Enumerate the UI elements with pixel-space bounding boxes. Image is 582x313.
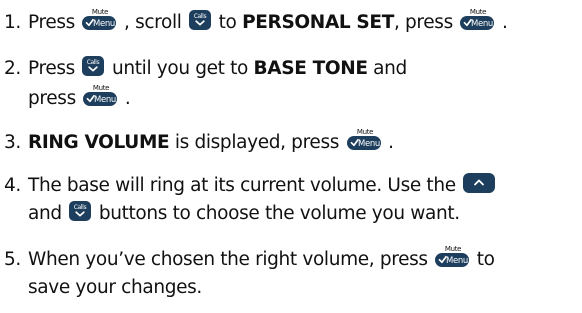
step-text: When you’ve chosen the right volume, pre… — [28, 249, 434, 270]
menu-option-ring-volume: RING VOLUME — [28, 132, 170, 153]
step-1: 1. Press Mute Menu , scroll Calls to PERS… — [4, 7, 508, 37]
step-continuation: and Calls buttons to choose the volume y… — [4, 200, 497, 228]
calls-key-icon: Calls — [68, 200, 92, 222]
step-text: Press — [28, 12, 81, 33]
step-number: 5. — [4, 249, 21, 270]
calls-label: Calls — [194, 13, 207, 20]
mute-label: Mute — [470, 8, 486, 16]
menu-key-icon: Mute Menu — [459, 7, 495, 31]
step-text: The base will ring at its current volume… — [28, 175, 462, 196]
menu-key-icon: Mute Menu — [434, 244, 470, 268]
step-number: 4. — [4, 175, 21, 196]
step-text: Press — [28, 58, 81, 79]
step-text: , scroll — [124, 12, 188, 33]
step-text: . — [501, 12, 508, 33]
step-text: save your changes. — [28, 277, 202, 298]
step-continuation: press Mute Menu . — [4, 83, 407, 113]
step-5: 5. When you’ve chosen the right volume, p… — [4, 244, 495, 302]
menu-label: Menu — [358, 139, 380, 149]
step-number: 2. — [4, 58, 21, 79]
step-number: 1. — [4, 12, 21, 33]
step-text: until you get to — [112, 58, 254, 79]
menu-option-base-tone: BASE TONE — [253, 58, 368, 79]
menu-key-icon: Mute Menu — [82, 83, 118, 107]
step-continuation: save your changes. — [4, 274, 495, 302]
step-text: to — [476, 249, 495, 270]
step-4: 4. The base will ring at its current volu… — [4, 172, 497, 228]
step-text: . — [124, 88, 131, 109]
mute-label: Mute — [92, 8, 108, 16]
mute-label: Mute — [445, 245, 461, 253]
up-key-icon — [462, 172, 496, 194]
mute-label: Mute — [356, 128, 372, 136]
calls-key-icon: Calls — [81, 55, 105, 77]
calls-label: Calls — [87, 59, 100, 66]
step-text: buttons to choose the volume you want. — [98, 203, 460, 224]
step-text: is displayed, press — [169, 132, 345, 153]
step-text: to — [218, 12, 243, 33]
calls-label: Calls — [74, 204, 87, 211]
menu-label: Menu — [94, 19, 116, 29]
mute-label: Mute — [93, 84, 109, 92]
menu-label: Menu — [446, 256, 468, 266]
menu-key-icon: Mute Menu — [81, 7, 117, 31]
step-text: and — [367, 58, 407, 79]
calls-key-icon: Calls — [188, 9, 212, 31]
menu-option-personal-set: PERSONAL SET — [242, 12, 394, 33]
step-number: 3. — [4, 132, 21, 153]
step-2: 2. Press Calls until you get to BASE TONE… — [4, 55, 407, 113]
step-text: . — [388, 132, 394, 153]
step-text: , press — [393, 12, 459, 33]
menu-key-icon: Mute Menu — [346, 127, 382, 151]
instructions-document: 1. Press Mute Menu , scroll Calls to PERS… — [0, 0, 582, 313]
menu-label: Menu — [94, 95, 116, 105]
step-text: press — [28, 88, 82, 109]
menu-label: Menu — [471, 19, 493, 29]
step-3: 3. RING VOLUME is displayed, press Mute M… — [4, 127, 394, 157]
step-text: and — [28, 203, 68, 224]
